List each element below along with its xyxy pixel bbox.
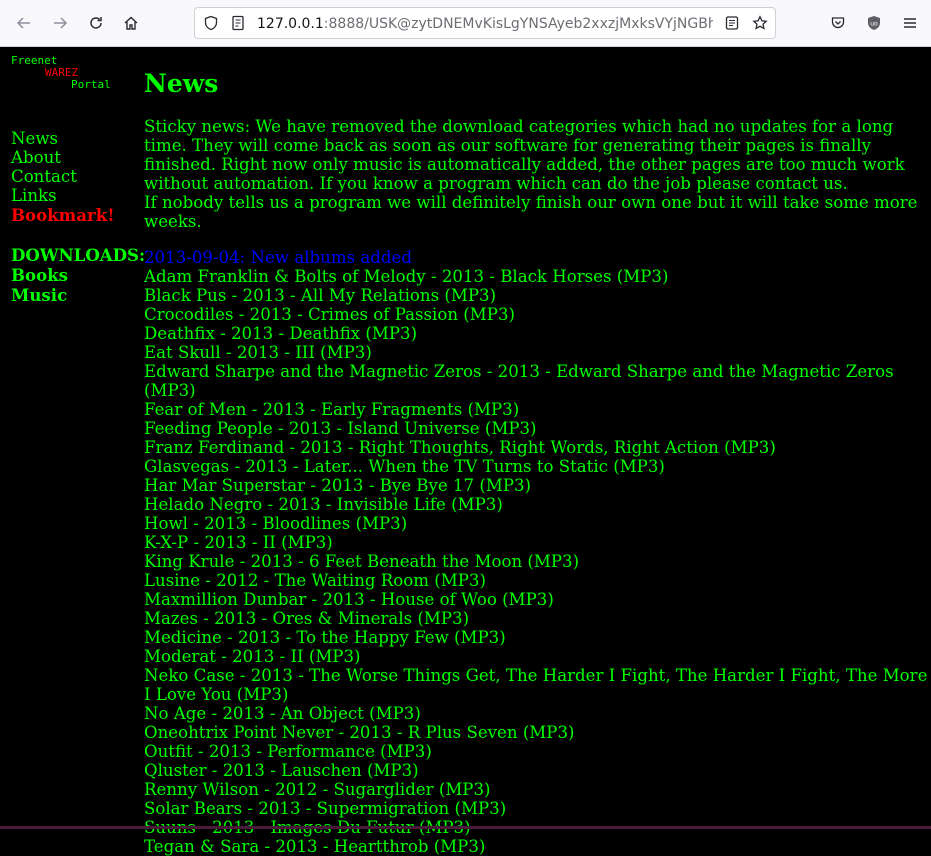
album-link[interactable]: K-X-P - 2013 - II (MP3) <box>144 533 928 552</box>
reload-icon[interactable] <box>84 11 108 35</box>
page-content: Freenet WAREZ Portal News About Contact … <box>0 47 931 856</box>
album-link[interactable]: Glasvegas - 2013 - Later... When the TV … <box>144 457 928 476</box>
album-link[interactable]: Feeding People - 2013 - Island Universe … <box>144 419 928 438</box>
album-link[interactable]: Lusine - 2012 - The Waiting Room (MP3) <box>144 571 928 590</box>
shield-icon[interactable] <box>203 15 219 31</box>
album-link[interactable]: Howl - 2013 - Bloodlines (MP3) <box>144 514 928 533</box>
downloads-link-books[interactable]: Books <box>11 265 146 285</box>
album-link[interactable]: Helado Negro - 2013 - Invisible Life (MP… <box>144 495 928 514</box>
downloads-heading: DOWNLOADS: <box>11 245 146 265</box>
album-link[interactable]: Medicine - 2013 - To the Happy Few (MP3) <box>144 628 928 647</box>
side-navigation: News About Contact Links Bookmark! <box>11 129 141 225</box>
album-link[interactable]: Outfit - 2013 - Performance (MP3) <box>144 742 928 761</box>
bookmark-star-icon[interactable] <box>752 15 768 31</box>
album-link[interactable]: Tegan & Sara - 2013 - Heartthrob (MP3) <box>144 837 928 856</box>
album-link[interactable]: Deathfix - 2013 - Deathfix (MP3) <box>144 324 928 343</box>
page-title: News <box>144 69 219 98</box>
album-link[interactable]: Oneohtrix Point Never - 2013 - R Plus Se… <box>144 723 928 742</box>
ublock-icon[interactable]: uo <box>862 11 886 35</box>
home-icon[interactable] <box>119 11 143 35</box>
site-logo[interactable]: Freenet WAREZ Portal <box>11 55 131 93</box>
nav-link-links[interactable]: Links <box>11 186 141 205</box>
album-link[interactable]: Franz Ferdinand - 2013 - Right Thoughts,… <box>144 438 928 457</box>
album-link[interactable]: Fear of Men - 2013 - Early Fragments (MP… <box>144 400 928 419</box>
nav-link-contact[interactable]: Contact <box>11 167 141 186</box>
bookmark-link[interactable]: Bookmark! <box>11 205 141 225</box>
forward-arrow-icon[interactable] <box>48 11 72 35</box>
main-content: News Sticky news: We have removed the do… <box>144 69 928 856</box>
browser-toolbar: 127.0.0.1:8888/USK@zytDNEMvKisLgYNSAyeb2… <box>0 0 931 47</box>
sticky-news-followup: If nobody tells us a program we will def… <box>144 193 918 231</box>
sticky-news-text: Sticky news: We have removed the downloa… <box>144 117 905 193</box>
url-text[interactable]: 127.0.0.1:8888/USK@zytDNEMvKisLgYNSAyeb2… <box>257 15 713 33</box>
album-link[interactable]: Qluster - 2013 - Lauschen (MP3) <box>144 761 928 780</box>
album-link[interactable]: Edward Sharpe and the Magnetic Zeros - 2… <box>144 362 928 400</box>
reader-view-icon[interactable] <box>724 15 740 31</box>
page-info-icon[interactable] <box>230 15 246 31</box>
album-link[interactable]: Neko Case - 2013 - The Worse Things Get,… <box>144 666 928 704</box>
album-link[interactable]: Crocodiles - 2013 - Crimes of Passion (M… <box>144 305 928 324</box>
back-arrow-icon[interactable] <box>12 11 36 35</box>
hamburger-menu-icon[interactable] <box>898 11 922 35</box>
downloads-section: DOWNLOADS: Books Music <box>11 245 146 305</box>
album-list: Adam Franklin & Bolts of Melody - 2013 -… <box>144 267 928 856</box>
album-link[interactable]: Adam Franklin & Bolts of Melody - 2013 -… <box>144 267 928 286</box>
album-link[interactable]: King Krule - 2013 - 6 Feet Beneath the M… <box>144 552 928 571</box>
album-link[interactable]: Black Pus - 2013 - All My Relations (MP3… <box>144 286 928 305</box>
pocket-icon[interactable] <box>826 11 850 35</box>
svg-text:uo: uo <box>870 21 878 28</box>
nav-link-about[interactable]: About <box>11 148 141 167</box>
url-host: 127.0.0.1 <box>257 16 324 32</box>
album-link[interactable]: Maxmillion Dunbar - 2013 - House of Woo … <box>144 590 928 609</box>
logo-line-portal: Portal <box>71 78 111 91</box>
downloads-link-music[interactable]: Music <box>11 285 146 305</box>
album-link[interactable]: Moderat - 2013 - II (MP3) <box>144 647 928 666</box>
album-link[interactable]: Renny Wilson - 2012 - Sugarglider (MP3) <box>144 780 928 799</box>
url-bar[interactable]: 127.0.0.1:8888/USK@zytDNEMvKisLgYNSAyeb2… <box>194 7 776 39</box>
album-link[interactable]: Eat Skull - 2013 - III (MP3) <box>144 343 928 362</box>
album-link[interactable]: Har Mar Superstar - 2013 - Bye Bye 17 (M… <box>144 476 928 495</box>
album-link[interactable]: Mazes - 2013 - Ores & Minerals (MP3) <box>144 609 928 628</box>
news-date-heading: 2013-09-04: New albums added <box>144 248 412 267</box>
album-link[interactable]: Solar Bears - 2013 - Supermigration (MP3… <box>144 799 928 818</box>
nav-link-news[interactable]: News <box>11 129 141 148</box>
url-path: :8888/USK@zytDNEMvKisLgYNSAyeb2xxzjMxksV… <box>323 16 713 32</box>
album-link[interactable]: No Age - 2013 - An Object (MP3) <box>144 704 928 723</box>
